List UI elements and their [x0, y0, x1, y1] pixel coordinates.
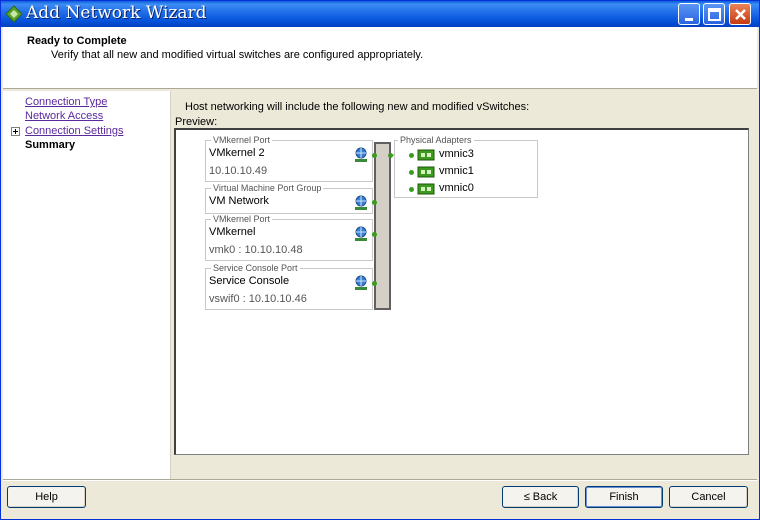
- step-title: Ready to Complete: [27, 35, 127, 47]
- connector-dot: [409, 170, 414, 175]
- vswitch-preview: VMkernel Port VMkernel 2 10.10.10.49 Vir…: [174, 128, 749, 455]
- connector-dot: [409, 153, 414, 158]
- connector-dot: [372, 153, 377, 158]
- cancel-button[interactable]: Cancel: [669, 486, 748, 508]
- finish-button[interactable]: Finish: [585, 486, 663, 508]
- connector-dot: [388, 153, 393, 158]
- footer-separator: [3, 479, 757, 481]
- wizard-steps-nav: Connection Type Network Access Connectio…: [3, 91, 171, 479]
- expand-plus-icon[interactable]: [11, 127, 20, 136]
- port-ip: 10.10.10.49: [209, 165, 268, 177]
- port-type-label: VMkernel Port: [211, 135, 273, 145]
- connector-dot: [372, 232, 377, 237]
- network-globe-icon: [355, 147, 367, 162]
- close-button[interactable]: [729, 3, 751, 25]
- window-title: Add Network Wizard: [26, 3, 207, 23]
- minimize-button[interactable]: [678, 3, 700, 25]
- nav-step-connection-type[interactable]: Connection Type: [25, 96, 107, 108]
- intro-text: Host networking will include the followi…: [185, 101, 530, 113]
- port-group-service-console[interactable]: Service Console Port Service Console vsw…: [205, 263, 373, 310]
- help-button[interactable]: Help: [7, 486, 86, 508]
- nav-step-network-access[interactable]: Network Access: [25, 110, 103, 122]
- wizard-window: Add Network Wizard Ready to Complete Ver…: [0, 0, 760, 520]
- port-name: VMkernel 2: [209, 147, 265, 159]
- nic-icon: [417, 166, 435, 178]
- port-type-label: Virtual Machine Port Group: [211, 183, 324, 193]
- connector-dot: [409, 187, 414, 192]
- nic-icon: [417, 149, 435, 161]
- network-globe-icon: [355, 195, 367, 210]
- nic-label: vmnic3: [439, 148, 474, 160]
- step-description: Verify that all new and modified virtual…: [51, 49, 424, 61]
- physical-adapters-label: Physical Adapters: [398, 135, 474, 145]
- close-icon: [735, 9, 746, 20]
- nic-label: vmnic0: [439, 182, 474, 194]
- connector-dot: [372, 200, 377, 205]
- maximize-button[interactable]: [703, 3, 725, 25]
- connector-dot: [372, 281, 377, 286]
- title-bar[interactable]: Add Network Wizard: [1, 1, 759, 27]
- port-name: Service Console: [209, 275, 290, 287]
- nic-label: vmnic1: [439, 165, 474, 177]
- network-globe-icon: [355, 275, 367, 290]
- port-group-vmkernel[interactable]: VMkernel Port VMkernel vmk0 : 10.10.10.4…: [205, 214, 373, 261]
- back-button[interactable]: ≤ Back: [502, 486, 579, 508]
- network-globe-icon: [355, 226, 367, 241]
- port-type-label: VMkernel Port: [211, 214, 273, 224]
- wizard-header: Ready to Complete Verify that all new an…: [3, 27, 757, 89]
- port-group-vmkernel-2[interactable]: VMkernel Port VMkernel 2 10.10.10.49: [205, 135, 373, 182]
- port-name: VM Network: [209, 195, 269, 207]
- preview-label: Preview:: [175, 116, 218, 128]
- port-ip: vswif0 : 10.10.10.46: [209, 293, 307, 305]
- port-type-label: Service Console Port: [211, 263, 300, 273]
- minimize-icon: [685, 18, 693, 21]
- port-ip: vmk0 : 10.10.10.48: [209, 244, 303, 256]
- vsphere-app-icon: [5, 5, 23, 23]
- nav-step-connection-settings[interactable]: Connection Settings: [25, 125, 123, 137]
- port-group-vm-network[interactable]: Virtual Machine Port Group VM Network: [205, 183, 373, 214]
- nav-step-summary: Summary: [25, 139, 76, 151]
- maximize-icon: [708, 8, 721, 21]
- port-name: VMkernel: [209, 226, 256, 238]
- physical-adapters-group: Physical Adapters vmnic3 vmnic1 vmnic0: [394, 135, 538, 198]
- nic-icon: [417, 183, 435, 195]
